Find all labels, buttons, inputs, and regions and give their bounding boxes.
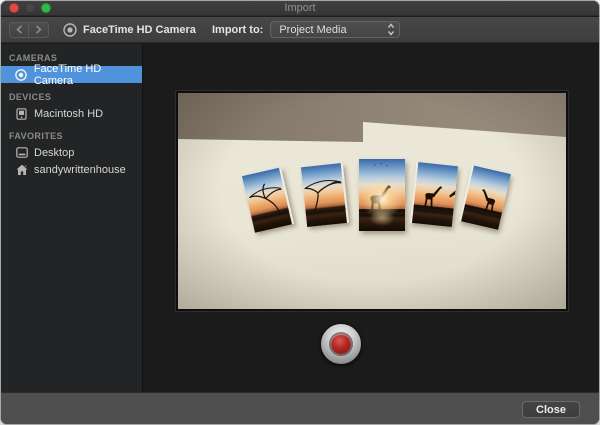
record-button[interactable] — [320, 323, 362, 365]
bottom-bar: Close — [1, 392, 599, 424]
sidebar-item-label: Macintosh HD — [34, 107, 104, 120]
titlebar: Import — [1, 1, 599, 16]
canvas-panel-3 — [359, 159, 405, 231]
import-to-popup[interactable]: Project Media — [270, 21, 401, 38]
sidebar: CAMERAS FaceTime HD Camera DEVICES Macin… — [1, 44, 143, 394]
import-destination: Import to: Project Media — [212, 17, 401, 42]
window-title: Import — [284, 2, 316, 14]
camera-preview — [175, 90, 569, 312]
sidebar-item-facetime-camera[interactable]: FaceTime HD Camera — [1, 63, 142, 87]
sidebar-item-label: Desktop — [34, 146, 75, 159]
import-to-value: Project Media — [279, 23, 347, 36]
back-button[interactable] — [9, 21, 29, 38]
record-dot-icon — [331, 334, 351, 354]
history-nav — [9, 21, 49, 38]
sidebar-item-label: sandywrittenhouse — [34, 163, 126, 176]
canvas-panel-4 — [409, 161, 459, 228]
hard-drive-icon — [15, 107, 28, 120]
forward-button[interactable] — [29, 21, 49, 38]
canvas-panel-1 — [241, 167, 295, 233]
sidebar-section-devices: DEVICES — [9, 92, 52, 102]
camera-live-image — [178, 93, 566, 309]
desktop-icon — [15, 147, 28, 158]
sidebar-item-macintosh-hd[interactable]: Macintosh HD — [1, 105, 142, 122]
content: CAMERAS FaceTime HD Camera DEVICES Macin… — [1, 44, 599, 394]
import-window: Import FaceTime HD Camera Import to: Pro… — [0, 0, 600, 425]
camera-icon — [63, 22, 77, 37]
canvas-panel-5 — [459, 165, 511, 230]
sidebar-item-desktop[interactable]: Desktop — [1, 144, 142, 161]
sidebar-item-label: FaceTime HD Camera — [33, 62, 102, 87]
preview-area — [143, 44, 599, 394]
home-icon — [15, 164, 28, 176]
popup-stepper-icon — [387, 23, 395, 36]
toolbar: FaceTime HD Camera Import to: Project Me… — [1, 17, 599, 43]
sidebar-item-home[interactable]: sandywrittenhouse — [1, 161, 142, 178]
import-to-label: Import to: — [212, 23, 264, 36]
canvas-panel-2 — [300, 162, 350, 228]
close-button[interactable]: Close — [522, 401, 580, 418]
device-name-label: FaceTime HD Camera — [83, 23, 196, 36]
camera-icon — [15, 68, 28, 81]
sidebar-section-favorites: FAVORITES — [9, 131, 63, 141]
